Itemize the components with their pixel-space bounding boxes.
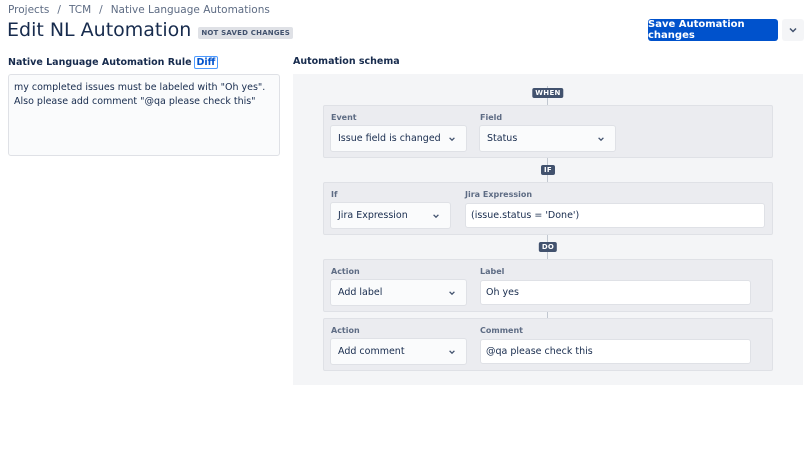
action-select[interactable]: Add label: [330, 279, 467, 306]
action-card-label: Action Add label Label Oh yes: [323, 259, 773, 312]
action-value: Add comment: [338, 346, 405, 357]
page-title: Edit NL Automation: [7, 19, 192, 41]
event-value: Issue field is changed: [338, 133, 441, 144]
label-input[interactable]: Oh yes: [480, 280, 751, 305]
diff-link[interactable]: Diff: [193, 56, 219, 69]
chevron-down-icon: [449, 350, 455, 355]
breadcrumb-tcm[interactable]: TCM: [69, 4, 91, 16]
breadcrumb: Projects / TCM / Native Language Automat…: [8, 4, 270, 16]
if-value: Jira Expression: [338, 210, 408, 221]
rule-textarea[interactable]: [8, 74, 280, 156]
title-row: Edit NL Automation NOT SAVED CHANGES: [7, 19, 294, 41]
more-options-button[interactable]: [782, 19, 804, 41]
rule-label-text: Native Language Automation Rule: [8, 57, 192, 68]
do-tag: DO: [538, 242, 558, 252]
rule-label: Native Language Automation Rule Diff: [8, 56, 219, 69]
label-param-label: Label: [480, 267, 505, 276]
comment-param-label: Comment: [480, 326, 523, 335]
trigger-card: Event Issue field is changed Field Statu…: [323, 105, 773, 158]
chevron-down-icon: [789, 27, 797, 33]
chevron-down-icon: [598, 137, 604, 142]
jira-expression-label: Jira Expression: [465, 190, 533, 199]
breadcrumb-separator: /: [57, 4, 61, 16]
breadcrumb-separator: /: [99, 4, 103, 16]
field-select[interactable]: Status: [479, 125, 616, 152]
field-label: Field: [480, 113, 503, 122]
schema-label: Automation schema: [293, 56, 400, 67]
save-automation-button[interactable]: Save Automation changes: [648, 19, 778, 41]
breadcrumb-projects[interactable]: Projects: [8, 4, 49, 16]
action-label: Action: [331, 326, 360, 335]
chevron-down-icon: [449, 137, 455, 142]
if-select[interactable]: Jira Expression: [330, 202, 451, 229]
event-select[interactable]: Issue field is changed: [330, 125, 467, 152]
unsaved-changes-badge: NOT SAVED CHANGES: [198, 26, 294, 39]
automation-schema-panel: WHEN IF DO Event Issue field is changed …: [293, 74, 803, 385]
if-tag: IF: [541, 165, 555, 175]
when-tag: WHEN: [532, 88, 564, 98]
action-card-comment: Action Add comment Comment @qa please ch…: [323, 318, 773, 371]
chevron-down-icon: [449, 291, 455, 296]
if-label: If: [331, 190, 338, 199]
chevron-down-icon: [433, 214, 439, 219]
jira-expression-input[interactable]: (issue.status = 'Done'): [465, 203, 765, 228]
comment-input[interactable]: @qa please check this: [480, 339, 751, 364]
condition-card: If Jira Expression Jira Expression (issu…: [323, 182, 773, 235]
action-label: Action: [331, 267, 360, 276]
breadcrumb-native-language-automations[interactable]: Native Language Automations: [111, 4, 270, 16]
action-value: Add label: [338, 287, 383, 298]
field-value: Status: [487, 133, 518, 144]
event-label: Event: [331, 113, 357, 122]
action-select[interactable]: Add comment: [330, 338, 467, 365]
